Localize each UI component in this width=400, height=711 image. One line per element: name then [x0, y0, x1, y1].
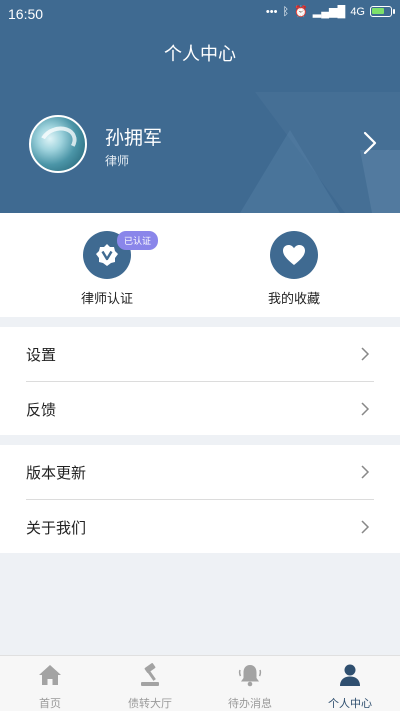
my-favorites-button[interactable]: 我的收藏 — [234, 231, 354, 311]
menu-group-2: 版本更新 关于我们 — [0, 445, 400, 553]
menu-group-1: 设置 反馈 — [0, 327, 400, 435]
person-icon — [340, 664, 360, 686]
tab-debt-hall-label: 债转大厅 — [128, 697, 172, 710]
tab-debt-hall[interactable]: 债转大厅 — [100, 656, 200, 711]
lawyer-certification-label: 律师认证 — [80, 292, 133, 307]
avatar[interactable] — [29, 115, 87, 173]
status-time: 16:50 — [8, 6, 44, 22]
chevron-right-icon — [361, 347, 370, 361]
header-decoration — [240, 92, 400, 213]
profile-card[interactable]: 孙拥军 律师 — [0, 110, 400, 180]
settings-label: 设置 — [26, 345, 57, 364]
more-dots-icon: ••• — [265, 5, 278, 18]
my-favorites-label: 我的收藏 — [267, 292, 320, 307]
status-bar: 16:50 ••• ᛒ ⏰ ▂▄▆█ 4G — [0, 0, 400, 28]
version-update-row[interactable]: 版本更新 — [0, 445, 400, 499]
tab-home-label: 首页 — [39, 697, 61, 710]
settings-row[interactable]: 设置 — [0, 327, 400, 381]
about-us-row[interactable]: 关于我们 — [0, 500, 400, 554]
bluetooth-icon: ᛒ — [282, 5, 290, 18]
tab-profile-label: 个人中心 — [328, 697, 372, 710]
version-update-label: 版本更新 — [26, 463, 87, 482]
tab-messages[interactable]: 待办消息 — [200, 656, 300, 711]
tab-messages-label: 待办消息 — [228, 697, 272, 710]
status-icons: ••• ᛒ ⏰ ▂▄▆█ 4G — [265, 5, 395, 18]
profile-name: 孙拥军 — [105, 127, 163, 149]
network-type: 4G — [350, 5, 365, 18]
alarm-icon: ⏰ — [294, 6, 308, 18]
page-title: 个人中心 — [164, 44, 236, 65]
heart-icon — [270, 231, 318, 279]
home-icon — [39, 665, 61, 685]
tab-profile[interactable]: 个人中心 — [300, 656, 400, 711]
signal-icon: ▂▄▆█ — [312, 6, 346, 18]
certified-badge: 已认证 — [117, 231, 159, 250]
quick-actions: 已认证 律师认证 我的收藏 — [0, 213, 400, 317]
tab-bar: 首页 债转大厅 待办消息 个人中心 — [0, 655, 400, 711]
gavel-icon — [141, 663, 159, 686]
chevron-right-icon — [361, 465, 370, 479]
feedback-label: 反馈 — [26, 400, 57, 419]
chevron-right-icon[interactable] — [360, 130, 380, 156]
feedback-row[interactable]: 反馈 — [0, 382, 400, 436]
chevron-right-icon — [361, 520, 370, 534]
profile-role: 律师 — [105, 154, 130, 168]
battery-icon — [370, 6, 395, 17]
profile-header: 16:50 ••• ᛒ ⏰ ▂▄▆█ 4G 个人中心 孙拥军 律师 — [0, 0, 400, 213]
tab-home[interactable]: 首页 — [0, 656, 100, 711]
chevron-right-icon — [361, 402, 370, 416]
lawyer-certification-button[interactable]: 已认证 律师认证 — [47, 231, 167, 311]
about-us-label: 关于我们 — [26, 518, 87, 537]
bell-icon — [238, 665, 262, 687]
